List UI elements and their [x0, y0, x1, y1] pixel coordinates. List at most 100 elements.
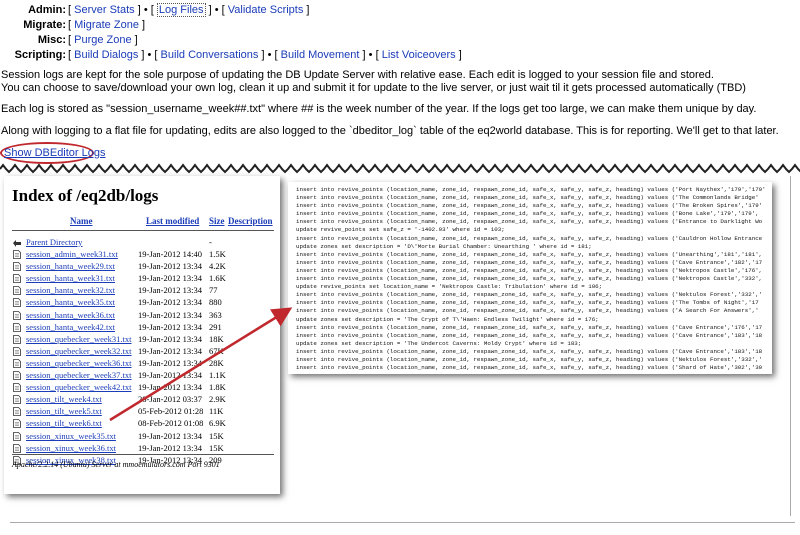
file-size: 1.6K — [209, 273, 226, 284]
file-row: session_xinux_week35.txt 19-Jan-2012 13:3… — [12, 430, 274, 442]
sql-line: insert into revive_points (location_name… — [296, 266, 763, 274]
column-description-header[interactable]: Description — [228, 216, 273, 226]
file-link[interactable]: session_xinux_week36.txt — [26, 442, 116, 454]
file-row: session_admin_week31.txt 19-Jan-2012 14:4… — [12, 248, 274, 260]
file-modified-date: 19-Jan-2012 13:34 — [138, 442, 202, 453]
file-row: session_hanta_week35.txt 19-Jan-2012 13:3… — [12, 296, 274, 308]
nav-link-list-voiceovers[interactable]: List Voiceovers — [382, 49, 456, 61]
sql-line: insert into revive_points (location_name… — [296, 250, 763, 258]
file-row: session_quebecker_week42.txt 19-Jan-2012 … — [12, 381, 274, 393]
text-file-icon — [13, 334, 21, 344]
nav-link-purge-zone[interactable]: Purge Zone — [74, 34, 131, 46]
nav-label: Admin: — [28, 4, 66, 16]
sql-line: insert into revive_points (location_name… — [296, 218, 763, 226]
file-link[interactable]: session_quebecker_week36.txt — [26, 357, 132, 369]
torn-edge-separator — [0, 163, 800, 174]
show-dbeditor-logs-link[interactable]: Show DBEditor Logs — [4, 147, 106, 159]
column-modified-header[interactable]: Last modified — [146, 216, 199, 226]
server-signature: Apache/2.2.14 (Ubuntu) Server at mmoemul… — [12, 460, 220, 469]
file-size: 1.1K — [209, 370, 226, 381]
file-link[interactable]: session_hanta_week36.txt — [26, 309, 115, 321]
file-size: 363 — [209, 309, 222, 320]
file-link[interactable]: session_hanta_week42.txt — [26, 321, 115, 333]
file-size: 2.9K — [209, 394, 226, 405]
file-link[interactable]: session_tilt_week5.txt — [26, 405, 102, 417]
file-link[interactable]: session_tilt_week6.txt — [26, 417, 102, 429]
file-link[interactable]: session_hanta_week35.txt — [26, 296, 115, 308]
nav-link-build-conversations[interactable]: Build Conversations — [161, 49, 259, 61]
file-row: session_hanta_week29.txt 19-Jan-2012 13:3… — [12, 260, 274, 272]
file-size: 18K — [209, 333, 224, 344]
db-logging-note: Along with logging to a flat file for up… — [1, 125, 779, 137]
header-divider — [12, 230, 274, 231]
file-link[interactable]: session_hanta_week32.txt — [26, 284, 115, 296]
file-link[interactable]: session_xinux_week35.txt — [26, 430, 116, 442]
nav-row: Admin:[ Server Stats ] • [ Log Files ] •… — [0, 3, 800, 18]
nav-label: Migrate: — [23, 19, 66, 31]
file-size: 28K — [209, 357, 224, 368]
file-link[interactable]: session_quebecker_week32.txt — [26, 345, 132, 357]
file-size: 15K — [209, 430, 224, 441]
nav-links: [ Build Dialogs ] • [ Build Conversation… — [68, 49, 462, 61]
sql-line: insert into revive_points (location_name… — [296, 331, 763, 339]
file-row: session_xinux_week36.txt 19-Jan-2012 13:3… — [12, 442, 274, 454]
text-file-icon — [13, 371, 21, 380]
nav-link-build-dialogs[interactable]: Build Dialogs — [74, 49, 138, 61]
file-size: 15K — [209, 442, 224, 453]
file-size: 6.9K — [209, 418, 226, 429]
nav-row: Scripting:[ Build Dialogs ] • [ Build Co… — [0, 48, 800, 63]
text-file-icon — [13, 359, 21, 368]
sql-line: insert into revive_points (location_name… — [296, 299, 759, 307]
parent-directory-row: Parent Directory - — [12, 236, 274, 248]
column-name-header[interactable]: Name — [70, 216, 93, 226]
file-link[interactable]: session_hanta_week29.txt — [26, 260, 115, 272]
nav-row: Misc:[ Purge Zone ] — [0, 33, 800, 48]
file-row: session_tilt_week6.txt 08-Feb-2012 01:08 6… — [12, 417, 274, 429]
sql-log-panel: insert into revive_points (location_name… — [288, 182, 772, 374]
file-row: session_hanta_week36.txt 19-Jan-2012 13:3… — [12, 309, 274, 321]
file-link[interactable]: session_quebecker_week31.txt — [26, 333, 132, 345]
file-row: session_tilt_week4.txt 28-Jan-2012 03:37 2… — [12, 393, 274, 405]
file-size: 11K — [209, 406, 224, 417]
sql-line: insert into revive_points (location_name… — [296, 258, 763, 266]
file-link[interactable]: session_admin_week31.txt — [26, 248, 118, 260]
parent-directory-link[interactable]: Parent Directory — [26, 236, 82, 248]
back-folder-icon — [13, 240, 21, 247]
sql-line: update revive_points set location_name =… — [296, 283, 603, 291]
text-file-icon — [13, 250, 21, 259]
file-row: session_hanta_week31.txt 19-Jan-2012 13:3… — [12, 272, 274, 284]
file-modified-date: 19-Jan-2012 13:34 — [138, 309, 202, 320]
text-file-icon — [13, 298, 21, 308]
column-size-header[interactable]: Size — [209, 216, 225, 226]
file-modified-date: 19-Jan-2012 13:34 — [138, 273, 202, 284]
file-size: - — [209, 237, 212, 247]
file-modified-date: 19-Jan-2012 13:34 — [138, 261, 202, 272]
file-size: 4.2K — [209, 261, 226, 272]
sql-log-content: insert into revive_points (location_name… — [296, 186, 766, 372]
text-file-icon — [13, 262, 21, 272]
file-link[interactable]: session_quebecker_week37.txt — [26, 369, 132, 381]
file-link[interactable]: session_hanta_week31.txt — [26, 272, 115, 284]
nav-link-migrate-zone[interactable]: Migrate Zone — [74, 19, 139, 31]
nav-link-validate-scripts[interactable]: Validate Scripts — [228, 4, 304, 16]
file-size: 1.5K — [209, 249, 226, 260]
file-size: 880 — [209, 297, 222, 308]
sql-line: insert into revive_points (location_name… — [296, 364, 763, 372]
file-size: 77 — [209, 285, 218, 296]
file-link[interactable]: session_tilt_week4.txt — [26, 393, 102, 405]
file-modified-date: 19-Jan-2012 13:34 — [138, 345, 202, 356]
nav-row: Migrate:[ Migrate Zone ] — [0, 18, 800, 33]
text-file-icon — [13, 431, 21, 441]
file-modified-date: 19-Jan-2012 13:34 — [138, 430, 202, 441]
sql-line: insert into revive_points (location_name… — [296, 291, 763, 299]
nav-link-build-movement[interactable]: Build Movement — [281, 49, 360, 61]
frame-edge-bottom — [10, 522, 795, 523]
nav-link-server-stats[interactable]: Server Stats — [74, 4, 135, 16]
file-link[interactable]: session_quebecker_week42.txt — [26, 381, 132, 393]
file-row: session_quebecker_week32.txt 19-Jan-2012 … — [12, 345, 274, 357]
text-file-icon — [13, 443, 21, 453]
nav-links: [ Purge Zone ] — [68, 34, 138, 46]
sql-line: update zones set description = 'The Cryp… — [296, 315, 599, 323]
nav-link-log-files[interactable]: Log Files — [156, 3, 206, 17]
sql-line: insert into revive_points (location_name… — [296, 194, 759, 202]
